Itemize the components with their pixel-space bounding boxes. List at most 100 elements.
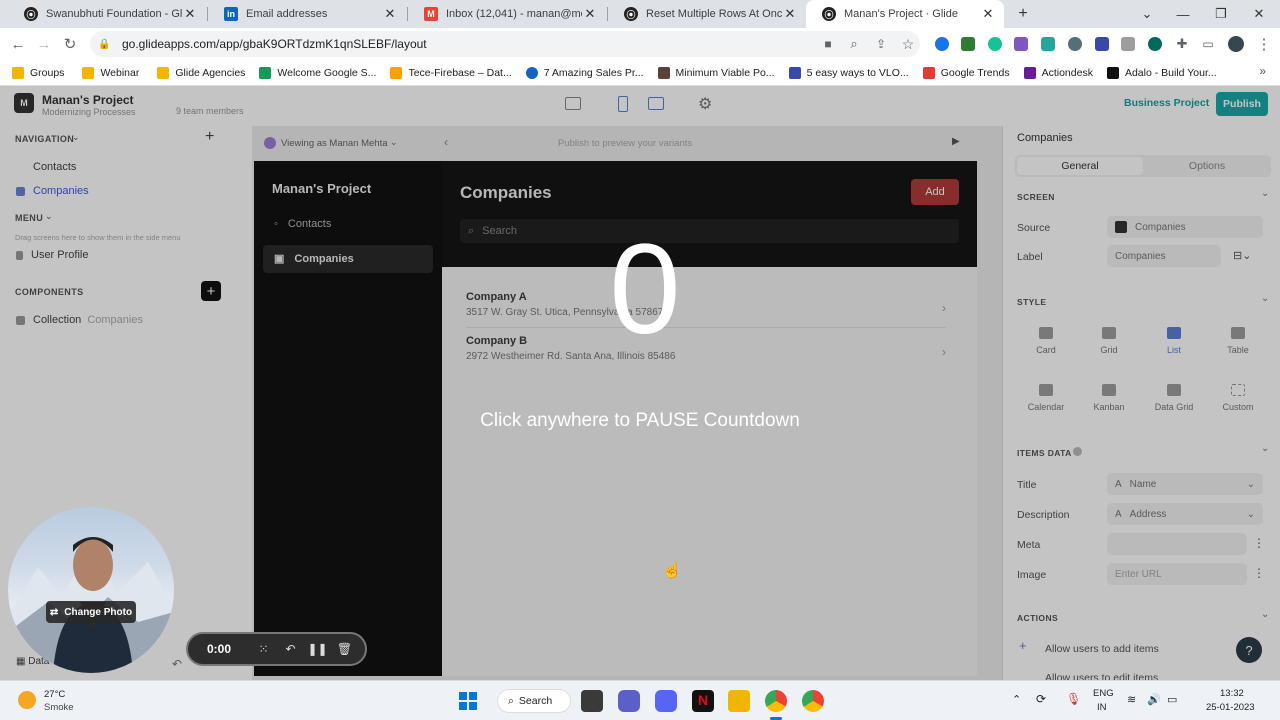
extension-icon[interactable] [961, 37, 975, 51]
bookmark-label: 7 Amazing Sales Pr... [543, 66, 644, 79]
grammarly-icon[interactable] [988, 37, 1002, 51]
bookmark-label: Actiondesk [1041, 66, 1093, 79]
folder-icon [82, 66, 95, 79]
back-button[interactable]: ← [6, 32, 30, 56]
netflix-icon[interactable]: N [692, 690, 714, 712]
task-view-icon[interactable] [581, 690, 603, 712]
side-panel-icon[interactable]: ▭ [1196, 32, 1220, 56]
undo-icon[interactable]: ↶ [277, 642, 304, 656]
clock-date: 25-01-2023 [1206, 702, 1255, 713]
extension-icon[interactable] [1068, 37, 1082, 51]
browser-tab[interactable]: ⦿ Swanubhuti Foundation - Glide ✕ [8, 0, 206, 28]
countdown-overlay[interactable] [0, 86, 1280, 680]
maximize-button[interactable]: ❐ [1202, 0, 1240, 28]
browser-tab-active[interactable]: ⦿ Manan's Project · Glide ✕ [806, 0, 1004, 28]
battery-icon[interactable]: ▭ [1167, 693, 1177, 706]
bookmark-label: Tece-Firebase – Dat... [408, 66, 512, 79]
welcome-icon [259, 66, 272, 79]
teams-icon[interactable] [618, 690, 640, 712]
windows-start-icon[interactable] [457, 690, 479, 712]
lock-icon: 🔒 [98, 38, 111, 50]
menu-kebab-icon[interactable]: ⋮ [1252, 32, 1276, 56]
close-window-button[interactable]: ✕ [1240, 0, 1278, 28]
close-tab-icon[interactable]: ✕ [980, 6, 996, 22]
chevron-up-icon[interactable]: ⌃ [1012, 693, 1021, 706]
minimize-button[interactable]: — [1164, 0, 1202, 28]
adalo-icon [1106, 66, 1119, 79]
bookmark-item[interactable]: Actiondesk [1023, 66, 1093, 79]
profile-avatar[interactable] [1228, 36, 1244, 52]
reload-button[interactable]: ↻ [58, 32, 82, 56]
file-explorer-icon[interactable] [728, 690, 750, 712]
bookmark-item[interactable]: Tece-Firebase – Dat... [390, 66, 512, 79]
extension-icon[interactable] [1014, 37, 1028, 51]
close-tab-icon[interactable]: ✕ [182, 6, 198, 22]
extension-icon[interactable] [1148, 37, 1162, 51]
browser-tab[interactable]: in Email addresses ✕ [208, 0, 406, 28]
bookmark-item[interactable]: 7 Amazing Sales Pr... [525, 66, 644, 79]
bookmark-item[interactable]: Google Trends [922, 66, 1010, 79]
bookmark-item[interactable]: Adalo - Build Your... [1106, 66, 1217, 79]
extension-icon[interactable] [935, 37, 949, 51]
weather-icon[interactable] [18, 691, 36, 709]
browser-toolbar: ← → ↻ 🔒 go.glideapps.com/app/gbaK9ORTdzm… [0, 28, 1280, 60]
bookmark-label: Adalo - Build Your... [1124, 66, 1217, 79]
browser-tab[interactable]: ⦿ Reset Multiple Rows At Once - Pr ✕ [608, 0, 806, 28]
bookmark-item[interactable]: 5 easy ways to VLO... [788, 66, 909, 79]
recording-time: 0:00 [206, 642, 232, 656]
volume-icon[interactable]: 🔊 [1147, 693, 1161, 706]
bookmark-item[interactable]: Welcome Google S... [259, 66, 376, 79]
change-photo-label: Change Photo [64, 606, 133, 618]
url-text: go.glideapps.com/app/gbaK9ORTdzmK1qnSLEB… [122, 37, 427, 51]
google-trends-icon [922, 66, 935, 79]
camera-icon[interactable]: ■ [816, 32, 840, 56]
tab-title: Swanubhuti Foundation - Glide [46, 8, 182, 20]
discord-icon[interactable] [655, 690, 677, 712]
close-tab-icon[interactable]: ✕ [382, 6, 398, 22]
bookmark-item[interactable]: Minimum Viable Po... [657, 66, 775, 79]
swap-icon: ⇄ [49, 606, 59, 618]
forward-button[interactable]: → [32, 32, 56, 56]
taskbar-search[interactable]: ⌕ Search [497, 689, 571, 713]
extension-icon[interactable] [1095, 37, 1109, 51]
browser-tab[interactable]: M Inbox (12,041) - manan@moderr ✕ [408, 0, 606, 28]
new-tab-button[interactable]: + [1004, 0, 1042, 28]
close-tab-icon[interactable]: ✕ [782, 6, 798, 22]
windows-taskbar: 27°C Smoke ⌕ Search N ⌃ ⟳ 🎙 ENG IN ≋ 🔊 ▭ … [0, 680, 1280, 720]
more-bookmarks-icon[interactable]: » [1259, 64, 1266, 78]
close-tab-icon[interactable]: ✕ [582, 6, 598, 22]
share-icon[interactable]: ⇪ [869, 32, 893, 56]
extension-icon[interactable] [1121, 37, 1135, 51]
sync-icon[interactable]: ⟳ [1036, 692, 1046, 706]
chrome-icon[interactable] [802, 690, 824, 712]
bookmark-item[interactable]: Webinar [82, 66, 139, 79]
weather-desc: Smoke [44, 702, 74, 713]
change-photo-button[interactable]: ⇄ Change Photo [46, 601, 136, 623]
puzzle-icon[interactable]: ✚ [1170, 32, 1194, 56]
language-eng[interactable]: ENG [1093, 688, 1114, 699]
bookmark-label: Google Trends [940, 66, 1010, 79]
webcam-bubble[interactable] [8, 507, 174, 673]
microphone-icon[interactable]: 🎙 [1066, 692, 1081, 706]
recorder-controls: 0:00 ⁙ ↶ ❚❚ 🗑 [186, 632, 367, 666]
zoom-icon[interactable]: ⌕ [842, 32, 866, 56]
bookmark-label: Glide Agencies [175, 66, 246, 79]
tab-search-button[interactable]: ⌄ [1128, 0, 1166, 28]
bookmark-item[interactable]: Glide Agencies [157, 66, 246, 79]
clock-time[interactable]: 13:32 [1220, 688, 1244, 699]
folder-icon [12, 66, 24, 79]
bookmark-star-icon[interactable]: ☆ [896, 32, 920, 56]
bookmark-site-icon [657, 66, 670, 79]
chrome-icon[interactable] [765, 690, 787, 712]
bookmark-item[interactable]: Groups [12, 66, 64, 79]
trash-icon[interactable]: 🗑 [331, 642, 358, 656]
folder-icon [157, 66, 170, 79]
pause-icon[interactable]: ❚❚ [304, 642, 331, 656]
address-bar[interactable]: 🔒 go.glideapps.com/app/gbaK9ORTdzmK1qnSL… [90, 31, 920, 57]
tab-title: Email addresses [246, 8, 328, 20]
extension-icon[interactable] [1041, 37, 1055, 51]
wifi-icon[interactable]: ≋ [1127, 693, 1136, 706]
browser-tab-strip: ⦿ Swanubhuti Foundation - Glide ✕ in Ema… [0, 0, 1280, 28]
grid-icon[interactable]: ⁙ [250, 642, 277, 656]
actiondesk-icon [1023, 66, 1036, 79]
